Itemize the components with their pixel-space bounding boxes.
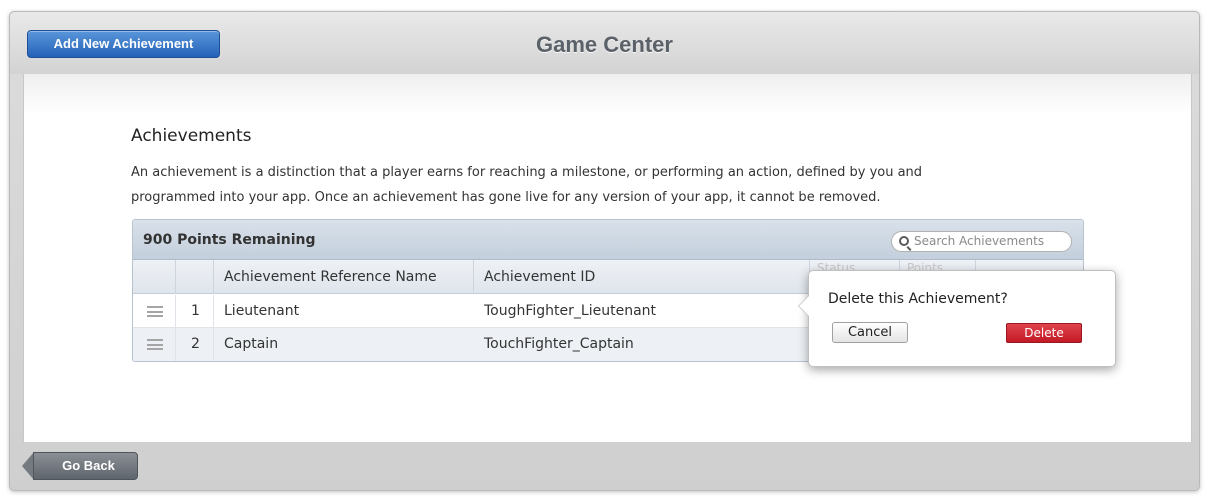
main-content: Achievements An achievement is a distinc…: [23, 74, 1192, 442]
delete-confirmation-popover: Delete this Achievement? Cancel Delete: [798, 270, 1116, 367]
go-back-button[interactable]: Go Back: [33, 452, 138, 480]
table-header-bar: 900 Points Remaining Search Achievements: [133, 220, 1083, 260]
content-shade: [24, 74, 1191, 114]
search-icon: [899, 236, 909, 246]
app-frame: Add New Achievement Game Center Achievem…: [9, 11, 1200, 491]
page-title: Game Center: [536, 32, 673, 57]
cancel-button[interactable]: Cancel: [832, 322, 908, 343]
description-line-2: programmed into your app. Once an achiev…: [131, 190, 881, 205]
row-separator: [213, 295, 214, 328]
column-separator: [473, 260, 474, 294]
row-separator: [213, 328, 214, 361]
search-input[interactable]: Search Achievements: [891, 231, 1072, 252]
header-bar: Add New Achievement Game Center: [10, 12, 1199, 74]
column-header-achievement-id[interactable]: Achievement ID: [484, 269, 595, 285]
row-separator: [175, 328, 176, 361]
column-separator: [175, 260, 176, 294]
description-line-1: An achievement is a distinction that a p…: [131, 165, 923, 180]
section-description: An achievement is a distinction that a p…: [131, 160, 1031, 210]
row-achievement-id: ToughFighter_Lieutenant: [484, 303, 657, 319]
drag-handle-icon[interactable]: [147, 339, 163, 350]
row-index: 2: [191, 336, 200, 352]
delete-button[interactable]: Delete: [1006, 323, 1082, 343]
search-placeholder: Search Achievements: [914, 234, 1045, 248]
row-achievement-id: TouchFighter_Captain: [484, 336, 634, 352]
row-separator: [175, 295, 176, 328]
column-header-reference-name[interactable]: Achievement Reference Name: [224, 269, 437, 285]
points-remaining: 900 Points Remaining: [143, 232, 316, 248]
section-title: Achievements: [131, 126, 252, 146]
popover-arrow: [798, 295, 809, 317]
popover-title: Delete this Achievement?: [828, 291, 1008, 307]
row-reference-name: Captain: [224, 336, 279, 352]
row-index: 1: [191, 303, 200, 319]
row-reference-name: Lieutenant: [224, 303, 300, 319]
drag-handle-icon[interactable]: [147, 306, 163, 317]
column-separator: [213, 260, 214, 294]
